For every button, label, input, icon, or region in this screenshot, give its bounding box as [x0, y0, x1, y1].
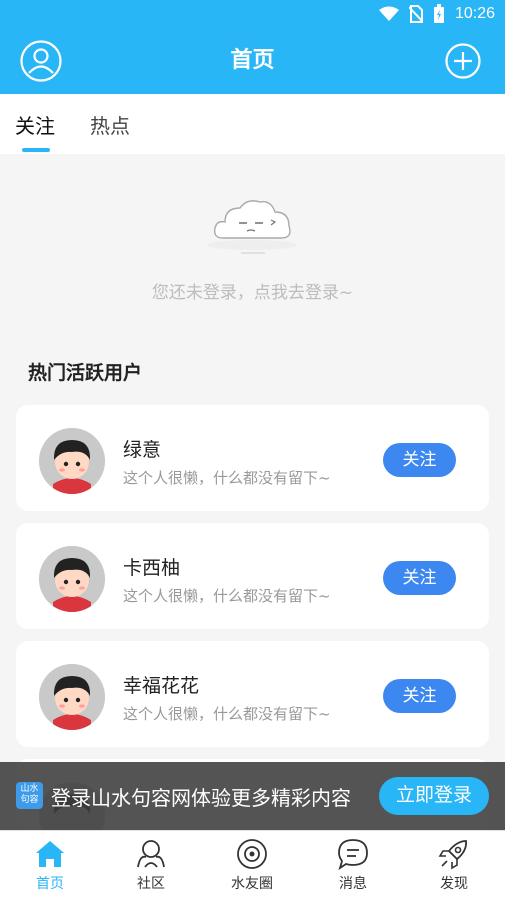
login-button[interactable]: 立即登录: [379, 777, 489, 815]
add-icon[interactable]: [445, 43, 481, 79]
follow-button[interactable]: 关注: [383, 561, 456, 595]
app-bar: 首页: [0, 28, 505, 94]
user-bio: 这个人很懒，什么都没有留下~: [123, 469, 331, 487]
user-card[interactable]: 幸福花花 这个人很懒，什么都没有留下~ 关注: [16, 641, 489, 747]
feed-tabs: 关注 热点: [0, 94, 505, 154]
cartoon-avatar-icon: [39, 664, 105, 730]
tab-follow[interactable]: 关注: [15, 110, 55, 139]
section-title: 热门活跃用户: [28, 362, 143, 384]
tab-hot[interactable]: 热点: [90, 110, 130, 139]
user-card[interactable]: 卡西柚 这个人很懒，什么都没有留下~ 关注: [16, 523, 489, 629]
cartoon-avatar-icon: [39, 428, 105, 494]
wifi-icon: [378, 6, 399, 21]
user-name: 幸福花花: [123, 675, 200, 697]
community-icon: [137, 840, 165, 868]
user-card[interactable]: 绿意 这个人很懒，什么都没有留下~ 关注: [16, 405, 489, 511]
banner-message: 登录山水句容网体验更多精彩内容: [51, 786, 351, 810]
home-icon: [36, 841, 64, 867]
user-bio: 这个人很懒，什么都没有留下~: [123, 705, 331, 723]
user-bio: 这个人很懒，什么都没有留下~: [123, 587, 331, 605]
battery-icon: [433, 4, 444, 23]
nav-label: 社区: [137, 876, 165, 892]
avatar[interactable]: [39, 546, 105, 612]
login-banner: 山水 句容 登录山水句容网体验更多精彩内容 立即登录: [0, 762, 505, 830]
user-name: 卡西柚: [123, 557, 181, 579]
nav-item-community[interactable]: 社区: [111, 837, 191, 893]
cartoon-avatar-icon: [39, 546, 105, 612]
follow-button[interactable]: 关注: [383, 679, 456, 713]
nav-item-discover[interactable]: 发现: [414, 837, 494, 893]
nav-label: 消息: [339, 876, 367, 892]
page-title: 首页: [230, 48, 275, 73]
follow-button[interactable]: 关注: [383, 443, 456, 477]
nav-label: 首页: [36, 876, 64, 892]
clock: 10:26: [454, 5, 495, 22]
user-name: 绿意: [123, 439, 162, 461]
message-icon: [338, 839, 368, 871]
tab-indicator: [22, 148, 50, 152]
avatar[interactable]: [39, 428, 105, 494]
login-hint[interactable]: 您还未登录，点我去登录~: [0, 278, 505, 303]
bottom-nav: 首页 社区 水友圈 消息 发现: [0, 830, 505, 897]
nav-item-home[interactable]: 首页: [10, 837, 90, 893]
nav-item-circle[interactable]: 水友圈: [212, 837, 292, 893]
nav-label: 水友圈: [231, 876, 273, 892]
nav-label: 发现: [440, 876, 468, 892]
rocket-icon: [438, 840, 467, 870]
avatar[interactable]: [39, 664, 105, 730]
circle-icon: [237, 839, 267, 869]
no-sim-icon: [408, 5, 423, 23]
nav-item-message[interactable]: 消息: [313, 837, 393, 893]
status-bar: 10:26: [0, 0, 505, 28]
cloud-illustration-icon[interactable]: [205, 190, 300, 265]
app-logo-icon: 山水 句容: [16, 782, 43, 809]
